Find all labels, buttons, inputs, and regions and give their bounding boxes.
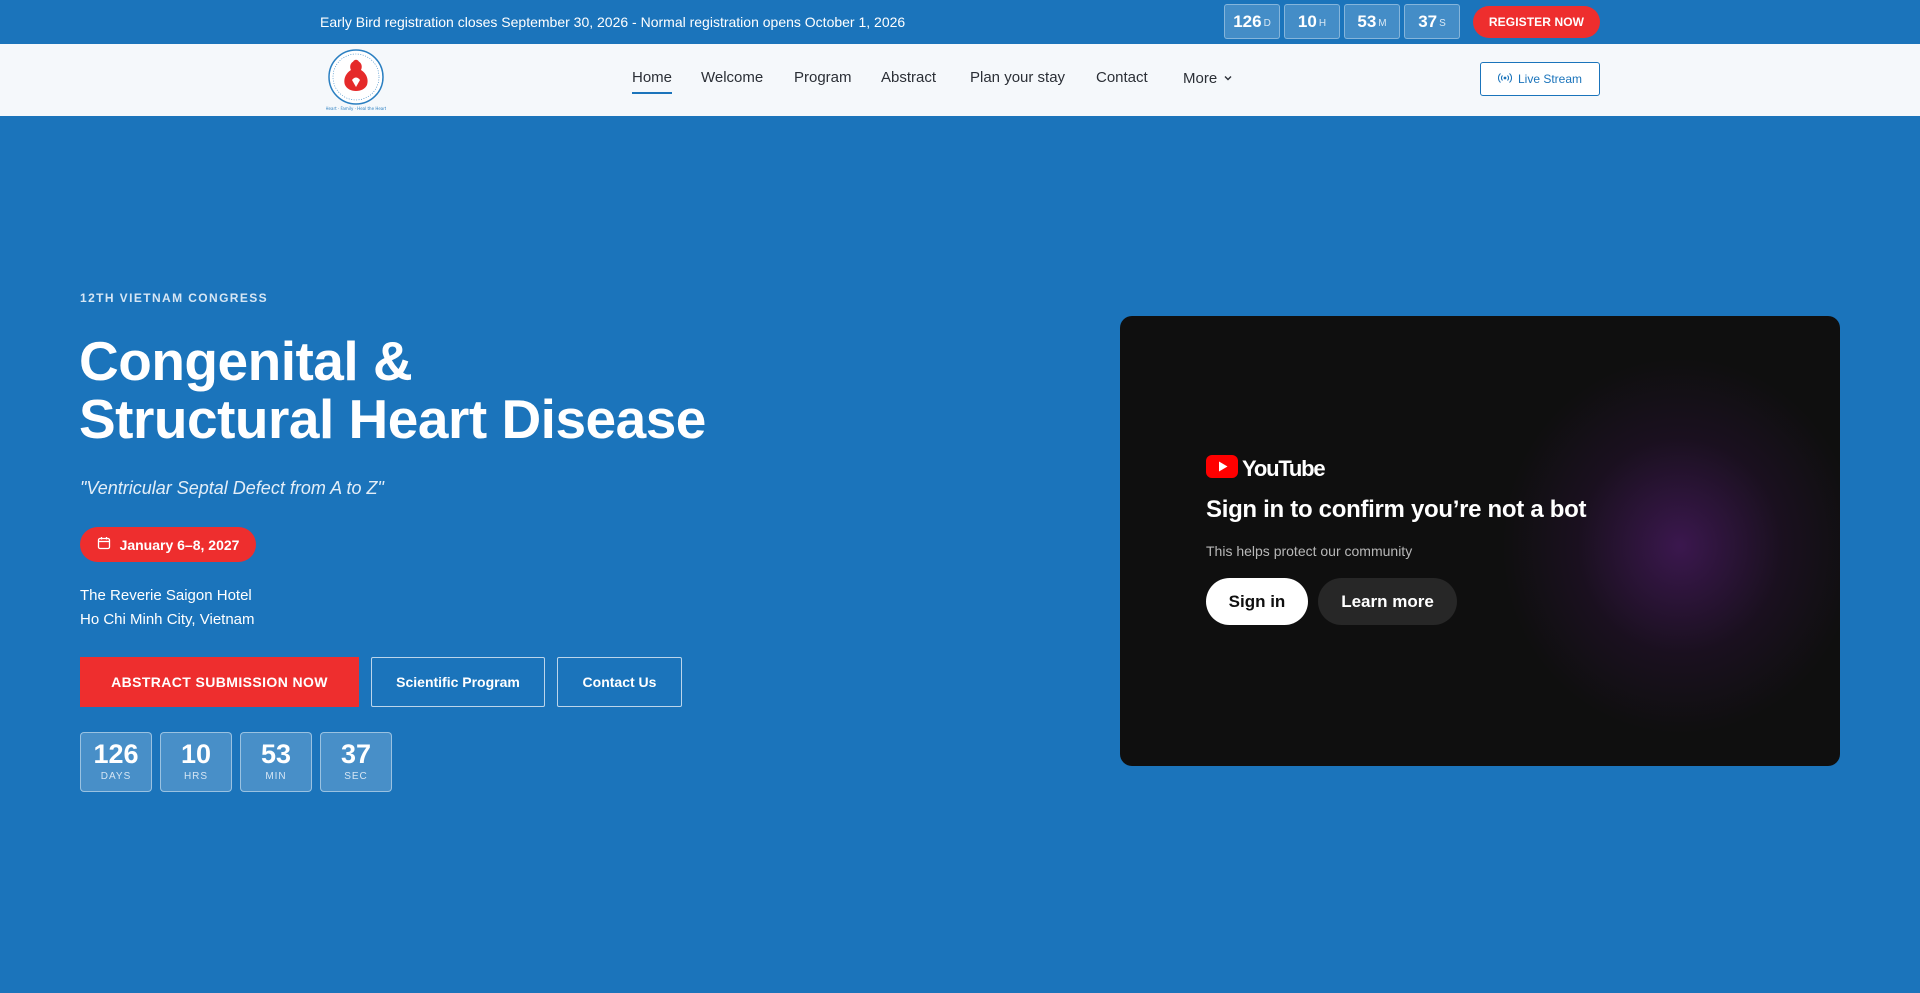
- youtube-logo: YouTube: [1206, 455, 1326, 483]
- youtube-play-icon: [1206, 455, 1238, 483]
- top-countdown-hours: 10 H: [1284, 4, 1340, 39]
- venue-name: The Reverie Saigon Hotel: [80, 587, 252, 604]
- main-navbar: Heart · Family · Heal the Heart Home Wel…: [0, 44, 1920, 116]
- hero-title-line1: Congenital &: [79, 330, 413, 392]
- nav-welcome[interactable]: Welcome: [701, 69, 763, 86]
- bot-check-subtext: This helps protect our community: [1206, 543, 1413, 559]
- countdown-minutes-label: MIN: [265, 771, 287, 782]
- nav-home[interactable]: Home: [632, 69, 673, 94]
- nav-more-label: More: [1183, 70, 1218, 87]
- countdown-seconds-label: SEC: [344, 771, 368, 782]
- top-countdown-minutes-value: 53: [1357, 11, 1377, 31]
- abstract-submission-button[interactable]: ABSTRACT SUBMISSION NOW: [80, 657, 359, 707]
- live-stream-button[interactable]: Live Stream: [1480, 62, 1600, 96]
- congress-logo[interactable]: Heart · Family · Heal the Heart: [326, 47, 387, 113]
- hero-subtitle: "Ventricular Septal Defect from A to Z": [80, 478, 384, 498]
- announcement-text: Early Bird registration closes September…: [320, 14, 906, 30]
- top-countdown-days: 126 D: [1224, 4, 1280, 39]
- top-countdown-minutes-unit: M: [1378, 18, 1387, 29]
- countdown-minutes-value: 53: [260, 739, 292, 769]
- congress-eyebrow: 12TH VIETNAM CONGRESS: [80, 291, 269, 305]
- top-countdown-minutes: 53 M: [1344, 4, 1400, 39]
- hero-title-line2: Structural Heart Disease: [79, 388, 706, 450]
- top-countdown-seconds-unit: S: [1439, 18, 1446, 29]
- countdown-seconds-value: 37: [340, 739, 372, 769]
- broadcast-icon: [1497, 72, 1512, 87]
- chevron-down-icon: [1223, 70, 1233, 87]
- countdown-days: 126 DAYS: [80, 732, 152, 792]
- hero-title: Congenital & Structural Heart Disease: [79, 332, 879, 448]
- top-countdown-seconds: 37 S: [1404, 4, 1460, 39]
- youtube-wordmark: YouTube: [1242, 456, 1326, 481]
- youtube-learn-more-button[interactable]: Learn more: [1318, 578, 1457, 625]
- register-now-button[interactable]: REGISTER NOW: [1473, 6, 1600, 38]
- nav-plan-your-stay[interactable]: Plan your stay: [970, 69, 1065, 86]
- live-stream-label: Live Stream: [1517, 72, 1583, 86]
- countdown-minutes: 53 MIN: [240, 732, 312, 792]
- top-countdown-hours-value: 10: [1297, 11, 1317, 31]
- calendar-icon: [97, 536, 111, 553]
- svg-text:Heart · Family · Heal the Hear: Heart · Family · Heal the Heart: [326, 106, 386, 111]
- countdown-hours: 10 HRS: [160, 732, 232, 792]
- youtube-sign-in-button[interactable]: Sign in: [1206, 578, 1308, 625]
- contact-us-button[interactable]: Contact Us: [557, 657, 682, 707]
- bot-check-heading: Sign in to confirm you’re not a bot: [1206, 496, 1587, 523]
- scientific-program-button[interactable]: Scientific Program: [371, 657, 545, 707]
- video-background-glow: [1500, 356, 1840, 736]
- countdown-days-label: DAYS: [100, 771, 132, 782]
- countdown-hours-label: HRS: [183, 771, 209, 782]
- nav-contact[interactable]: Contact: [1096, 69, 1148, 86]
- top-countdown-days-value: 126: [1233, 11, 1262, 31]
- announcement-bar: Early Bird registration closes September…: [0, 0, 1920, 44]
- top-countdown-days-unit: D: [1263, 18, 1271, 29]
- nav-more-dropdown[interactable]: More: [1183, 70, 1233, 87]
- nav-abstract[interactable]: Abstract: [881, 69, 936, 86]
- youtube-embed[interactable]: YouTube Sign in to confirm you’re not a …: [1120, 316, 1840, 766]
- event-date-text: January 6–8, 2027: [119, 536, 240, 553]
- countdown-days-value: 126: [93, 739, 139, 769]
- countdown-hours-value: 10: [180, 739, 212, 769]
- venue-city: Ho Chi Minh City, Vietnam: [80, 611, 255, 628]
- nav-program[interactable]: Program: [794, 69, 852, 86]
- countdown-seconds: 37 SEC: [320, 732, 392, 792]
- event-date-badge: January 6–8, 2027: [80, 527, 256, 562]
- top-countdown-seconds-value: 37: [1418, 11, 1438, 31]
- top-countdown-hours-unit: H: [1318, 18, 1327, 29]
